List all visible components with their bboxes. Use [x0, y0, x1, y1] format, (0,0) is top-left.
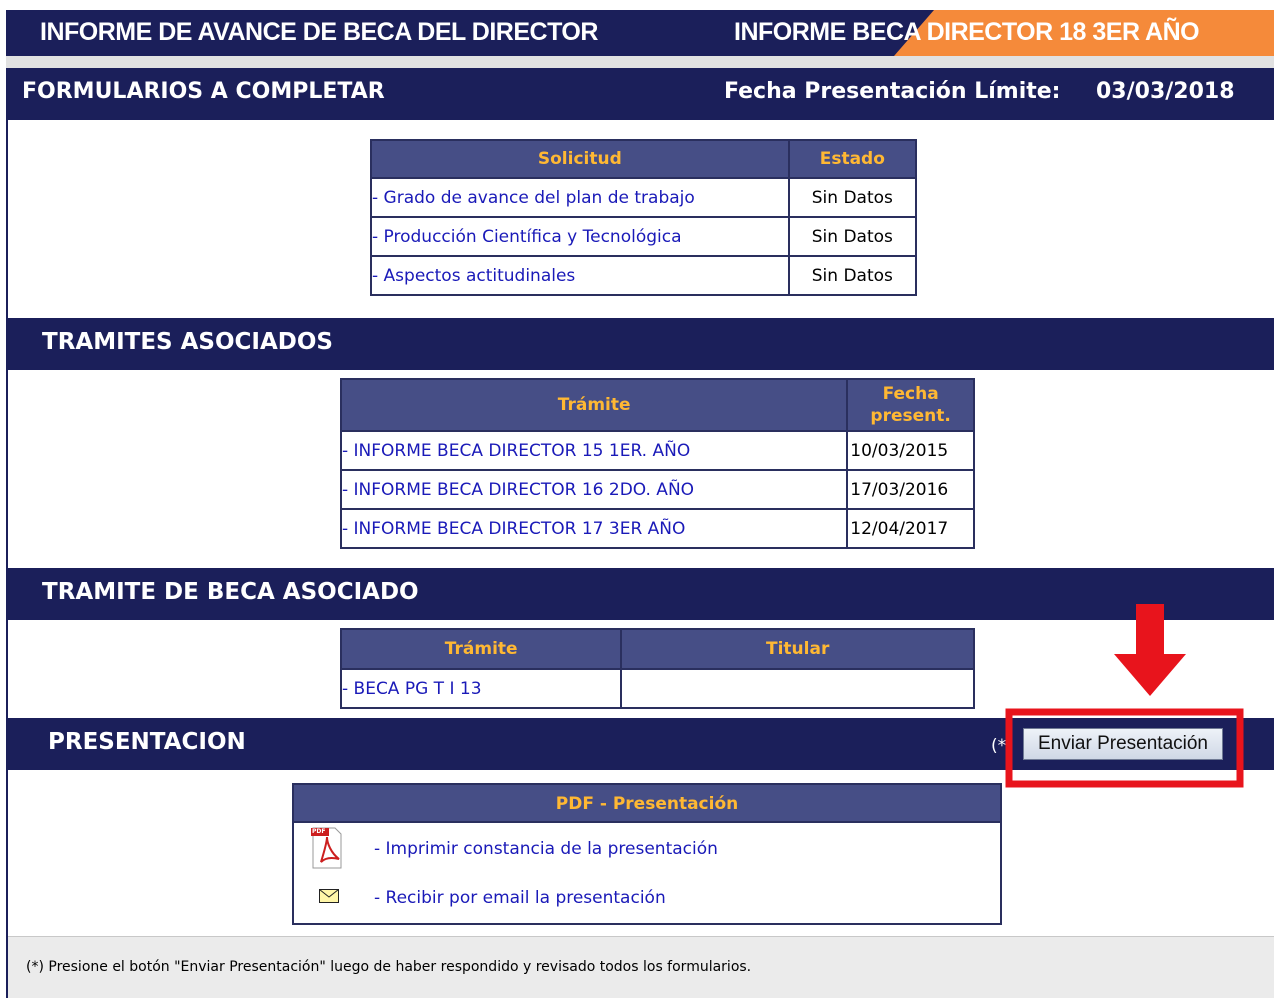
email-presentation-link[interactable]: - Recibir por email la presentación	[374, 888, 666, 908]
column-header-tramite: Trámite	[339, 378, 849, 432]
annotation-overlay	[1005, 604, 1244, 788]
page-title: INFORME DE AVANCE DE BECA DEL DIRECTOR	[40, 18, 598, 46]
beca-section-title: TRAMITE DE BECA ASOCIADO	[42, 579, 419, 605]
beca-table: Trámite Titular - BECA PG T I 13	[339, 628, 975, 709]
red-arrow	[1114, 604, 1186, 696]
highlight-box	[1005, 708, 1244, 788]
status-text: Sin Datos	[787, 255, 918, 296]
footer-note: (*) Presione el botón "Enviar Presentaci…	[26, 959, 752, 975]
column-header-tramite: Trámite	[339, 628, 623, 670]
print-certificate-link[interactable]: - Imprimir constancia de la presentación	[374, 839, 718, 859]
forms-section-header: FORMULARIOS A COMPLETAR Fecha Presentaci…	[8, 68, 1274, 120]
table-row: - INFORME BECA DIRECTOR 17 3ER AÑO 12/04…	[339, 508, 975, 549]
report-title: INFORME BECA DIRECTOR 18 3ER AÑO	[734, 18, 1200, 46]
deadline-label: Fecha Presentación Límite:	[724, 79, 1061, 104]
footer-note-bar: (*) Presione el botón "Enviar Presentaci…	[8, 936, 1274, 998]
beca-link[interactable]: - BECA PG T I 13	[342, 679, 482, 699]
titular-value	[620, 668, 975, 709]
tramite-link-15[interactable]: - INFORME BECA DIRECTOR 15 1ER. AÑO	[342, 441, 690, 461]
column-header-fecha: Fecha present.	[846, 378, 975, 432]
forms-section-title: FORMULARIOS A COMPLETAR	[22, 79, 385, 104]
table-row: - Aspectos actitudinales Sin Datos	[370, 255, 918, 296]
column-header-estado: Estado	[787, 139, 918, 179]
table-row: - INFORME BECA DIRECTOR 16 2DO. AÑO 17/0…	[339, 469, 975, 510]
column-header-fecha-line2: present.	[870, 406, 951, 426]
forms-table: Solicitud Estado - Grado de avance del p…	[370, 139, 918, 296]
presentacion-section-title: PRESENTACION	[48, 729, 246, 755]
pdf-icon: PDF	[311, 827, 343, 869]
table-row: - Producción Científica y Tecnológica Si…	[370, 216, 918, 257]
table-row: - Grado de avance del plan de trabajo Si…	[370, 177, 918, 218]
status-text: Sin Datos	[787, 177, 918, 218]
tramites-section-header: TRAMITES ASOCIADOS	[8, 318, 1274, 370]
tramite-date: 10/03/2015	[846, 430, 975, 471]
tramites-table: Trámite Fecha present. - INFORME BECA DI…	[339, 378, 975, 549]
tramite-link-17[interactable]: - INFORME BECA DIRECTOR 17 3ER AÑO	[342, 519, 685, 539]
form-link-grado-avance[interactable]: - Grado de avance del plan de trabajo	[372, 188, 695, 208]
tramites-section-title: TRAMITES ASOCIADOS	[42, 329, 333, 355]
form-link-produccion[interactable]: - Producción Científica y Tecnológica	[372, 227, 682, 247]
table-row: - BECA PG T I 13	[339, 668, 975, 709]
column-header-solicitud: Solicitud	[370, 139, 790, 179]
tramite-date: 17/03/2016	[846, 469, 975, 510]
column-header-fecha-line1: Fecha	[882, 384, 939, 404]
pdf-icon-label: PDF	[312, 828, 326, 835]
header-separator	[6, 56, 1274, 68]
tramite-date: 12/04/2017	[846, 508, 975, 549]
tramite-link-16[interactable]: - INFORME BECA DIRECTOR 16 2DO. AÑO	[342, 480, 694, 500]
form-link-aspectos[interactable]: - Aspectos actitudinales	[372, 266, 575, 286]
envelope-icon	[319, 889, 339, 903]
pdf-box: PDF - Presentación PDF - Imprimir consta…	[292, 783, 1002, 925]
pdf-box-header: PDF - Presentación	[294, 785, 1000, 823]
column-header-titular: Titular	[620, 628, 975, 670]
table-row: - INFORME BECA DIRECTOR 15 1ER. AÑO 10/0…	[339, 430, 975, 471]
deadline-value: 03/03/2018	[1096, 79, 1235, 104]
page-header: INFORME DE AVANCE DE BECA DEL DIRECTOR I…	[6, 10, 1274, 56]
status-text: Sin Datos	[787, 216, 918, 257]
